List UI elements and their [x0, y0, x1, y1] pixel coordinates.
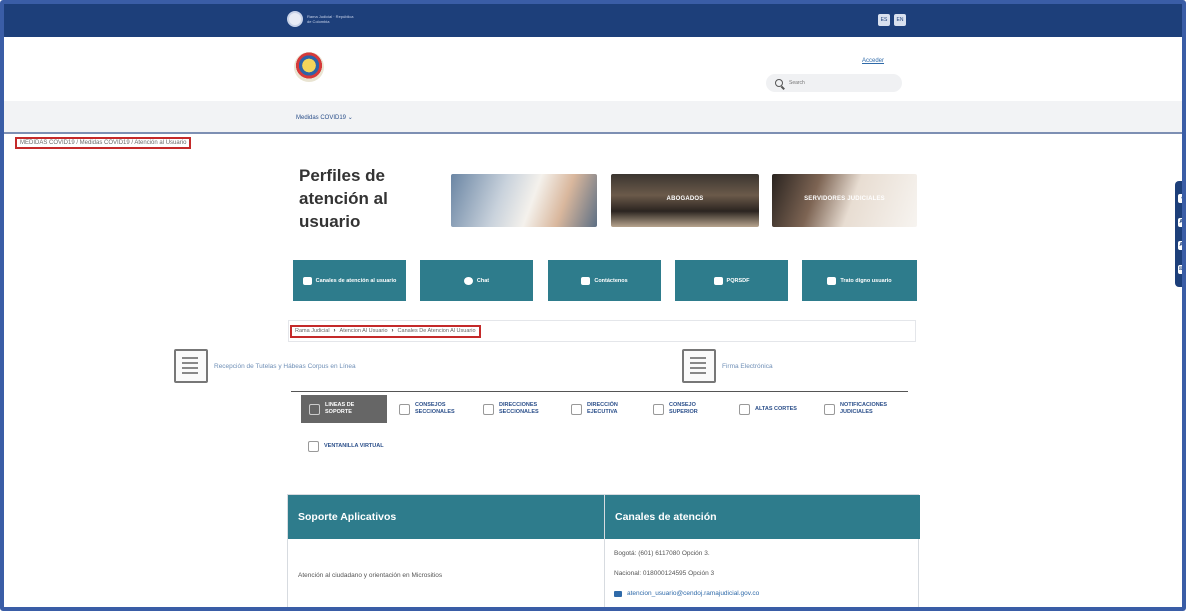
chat-button[interactable]: Chat [420, 260, 533, 301]
lang-es-button[interactable]: ES [878, 14, 890, 26]
courthouse-icon [739, 403, 750, 415]
breadcrumb-main: Rama Judicial › Atencion Al Usuario › Ca… [290, 325, 481, 338]
headset-icon [309, 403, 320, 415]
tab-label: CONSEJOS SECCIONALES [415, 402, 455, 415]
main-nav: Medidas COVID19 ⌄ [4, 101, 1182, 134]
tab-lineas-soporte[interactable]: LINEAS DE SOPORTE [301, 395, 387, 423]
breadcrumb-top[interactable]: MEDIDAS COVID19 / Medidas COVID19 / Aten… [15, 137, 192, 149]
contrast-icon[interactable]: ◐ [1178, 194, 1182, 204]
document-icon [174, 349, 208, 383]
email-link-label: atencion_usuario@cendoj.ramajudicial.gov… [627, 590, 760, 597]
acceder-link[interactable]: Acceder [862, 58, 884, 64]
tab-direcciones-seccionales[interactable]: DIRECCIONES SECCIONALES [483, 395, 561, 423]
font-increase-icon[interactable]: A⁺ [1178, 217, 1182, 227]
table-column-divider [604, 539, 605, 607]
person-icon [571, 403, 582, 415]
tab-label: VENTANILLA VIRTUAL [324, 442, 384, 449]
language-switcher: ES EN [878, 14, 906, 26]
document-icon [824, 403, 835, 415]
canales-atencion-button[interactable]: Canales de atención al usuario [293, 260, 406, 301]
trato-digno-button[interactable]: Trato digno usuario [802, 260, 917, 301]
tab-label: LINEAS DE SOPORTE [325, 402, 355, 415]
window-icon [308, 440, 319, 452]
breadcrumb-item-canales[interactable]: Canales De Atencion Al Usuario [398, 327, 476, 336]
firma-link-label: Firma Electrónica [722, 362, 773, 370]
hero-image-label: SERVIDORES JUDICIALES [804, 196, 885, 202]
tab-label: CONSEJO SUPERIOR [669, 402, 698, 415]
contactenos-button[interactable]: Contáctenos [548, 260, 661, 301]
page-title: Perfiles de atención al usuario [299, 166, 388, 231]
button-label: PQRSDF [726, 277, 750, 284]
nav-item-covid[interactable]: Medidas COVID19 ⌄ [296, 114, 353, 121]
button-label: Contáctenos [594, 277, 628, 284]
tab-altas-cortes[interactable]: ALTAS CORTES [739, 395, 809, 423]
tutelas-link[interactable]: Recepción de Tutelas y Hábeas Corpus en … [174, 349, 356, 383]
hero-image-label: ABOGADOS [666, 196, 704, 202]
hero-image-abogados[interactable]: ABOGADOS [611, 174, 759, 227]
lang-en-button[interactable]: EN [894, 14, 906, 26]
building-icon [399, 403, 410, 415]
tab-label: DIRECCIONES SECCIONALES [499, 402, 539, 415]
tab-ventanilla-virtual[interactable]: VENTANILLA VIRTUAL [308, 432, 384, 460]
chevron-right-icon: › [391, 328, 394, 334]
tab-notificaciones-judiciales[interactable]: NOTIFICACIONES JUDICIALES [824, 395, 912, 423]
tutelas-link-label: Recepción de Tutelas y Hábeas Corpus en … [214, 362, 356, 370]
handshake-icon [827, 276, 837, 285]
tab-label: NOTIFICACIONES JUDICIALES [840, 402, 888, 415]
gov-seal-icon [287, 11, 303, 27]
table-cell-nacional: Nacional: 018000124595 Opción 3 [614, 570, 715, 577]
table-cell-bogota: Bogotá: (601) 6117080 Opción 3. [614, 550, 710, 557]
table-header-soporte: Soporte Aplicativos [288, 495, 604, 539]
font-decrease-icon[interactable]: A⁻ [1178, 241, 1182, 251]
gov-logo[interactable]: Rama Judicial · República de Colombia [287, 11, 359, 27]
mail-icon [614, 590, 622, 597]
email-link[interactable]: atencion_usuario@cendoj.ramajudicial.gov… [614, 590, 759, 597]
gov-logo-text: Rama Judicial · República de Colombia [307, 14, 354, 24]
pqrsdf-button[interactable]: PQRSDF [675, 260, 788, 301]
hero-image-servidores[interactable]: SERVIDORES JUDICIALES [772, 174, 917, 227]
firma-electronica-link[interactable]: Firma Electrónica [682, 349, 773, 383]
mail-open-icon [581, 276, 591, 285]
tab-direccion-ejecutiva[interactable]: DIRECCIÓN EJECUTIVA [571, 395, 639, 423]
people-icon [653, 403, 664, 415]
table-header-canales: Canales de atención [604, 495, 920, 539]
gov-top-bar: Rama Judicial · República de Colombia ES… [4, 4, 1182, 37]
paperclip-icon [713, 276, 723, 285]
coat-of-arms-icon[interactable] [294, 52, 324, 82]
browser-frame: Rama Judicial · República de Colombia ES… [0, 0, 1186, 611]
support-table: Soporte Aplicativos Canales de atención … [287, 494, 920, 607]
accessibility-bar: ◐ A⁺ A⁻ ⌨ [1175, 181, 1182, 287]
hero-image-usuarios[interactable] [451, 174, 597, 227]
table-cell-service: Atención al ciudadano y orientación en M… [298, 572, 443, 579]
chat-bubble-icon [463, 276, 473, 285]
search-box[interactable] [766, 74, 902, 92]
chevron-right-icon: › [333, 328, 336, 334]
tab-consejos-seccionales[interactable]: CONSEJOS SECCIONALES [399, 395, 477, 423]
tab-label: ALTAS CORTES [755, 405, 797, 412]
search-input[interactable] [789, 80, 879, 86]
home-icon [483, 403, 494, 415]
button-label: Chat [476, 277, 490, 284]
nav-item-label: Medidas COVID19 [296, 115, 347, 121]
breadcrumb-item-rama[interactable]: Rama Judicial [295, 327, 330, 336]
button-label: Canales de atención al usuario [315, 277, 397, 284]
signature-monitor-icon [682, 349, 716, 383]
tab-divider [291, 391, 908, 392]
keyboard-icon[interactable]: ⌨ [1178, 264, 1182, 274]
site-header: Acceder [4, 37, 1182, 101]
tab-consejo-superior[interactable]: CONSEJO SUPERIOR [653, 395, 721, 423]
breadcrumb-item-atencion[interactable]: Atencion Al Usuario [340, 327, 388, 336]
tab-label: DIRECCIÓN EJECUTIVA [587, 402, 618, 415]
button-label: Trato digno usuario [840, 277, 892, 284]
monitor-icon [302, 276, 312, 285]
search-icon[interactable] [775, 79, 783, 87]
